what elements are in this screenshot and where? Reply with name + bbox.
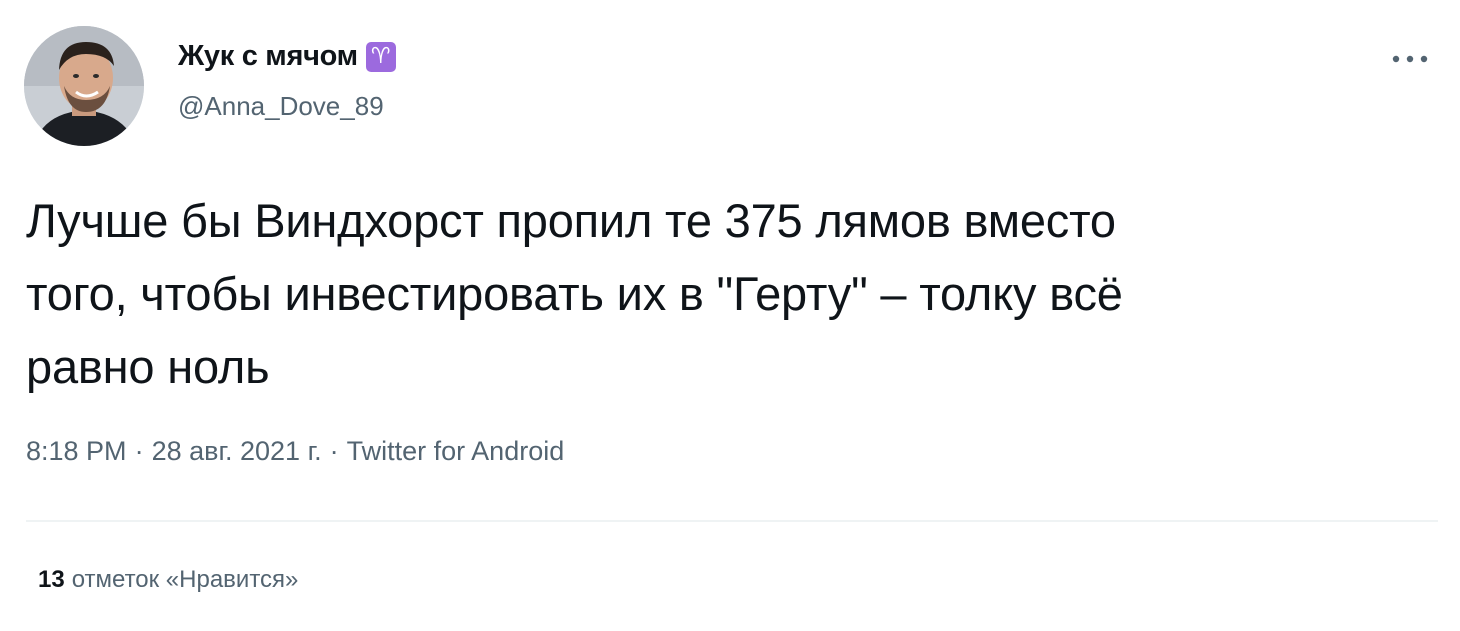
likes-link[interactable]: 13 отметок «Нравится»: [38, 566, 298, 594]
avatar-photo: [24, 26, 144, 146]
meta-separator: ·: [134, 436, 144, 466]
author-handle[interactable]: @Anna_Dove_89: [178, 91, 384, 122]
more-options-button[interactable]: [1388, 46, 1432, 72]
tweet-date[interactable]: 28 авг. 2021 г.: [152, 436, 322, 467]
author-name-row[interactable]: Жук с мячом ♈: [178, 40, 396, 73]
tweet-text: Лучше бы Виндхорст пропил те 375 лямов в…: [26, 194, 1123, 393]
aries-emoji-icon: ♈: [365, 41, 396, 72]
author-display-name[interactable]: Жук с мячом: [178, 40, 358, 73]
meta-separator: ·: [329, 436, 339, 466]
tweet-source[interactable]: Twitter for Android: [347, 436, 565, 467]
likes-label: отметок «Нравится»: [71, 566, 299, 593]
tweet-time[interactable]: 8:18 PM: [26, 436, 127, 467]
tweet-meta: 8:18 PM · 28 авг. 2021 г. · Twitter for …: [26, 436, 564, 467]
tweet-card: Жук с мячом ♈ @Anna_Dove_89 Лучше бы Вин…: [0, 0, 1460, 631]
avatar[interactable]: [24, 26, 144, 146]
likes-count: 13: [38, 566, 65, 593]
ellipsis-icon: [1392, 55, 1428, 63]
divider: [26, 520, 1438, 522]
